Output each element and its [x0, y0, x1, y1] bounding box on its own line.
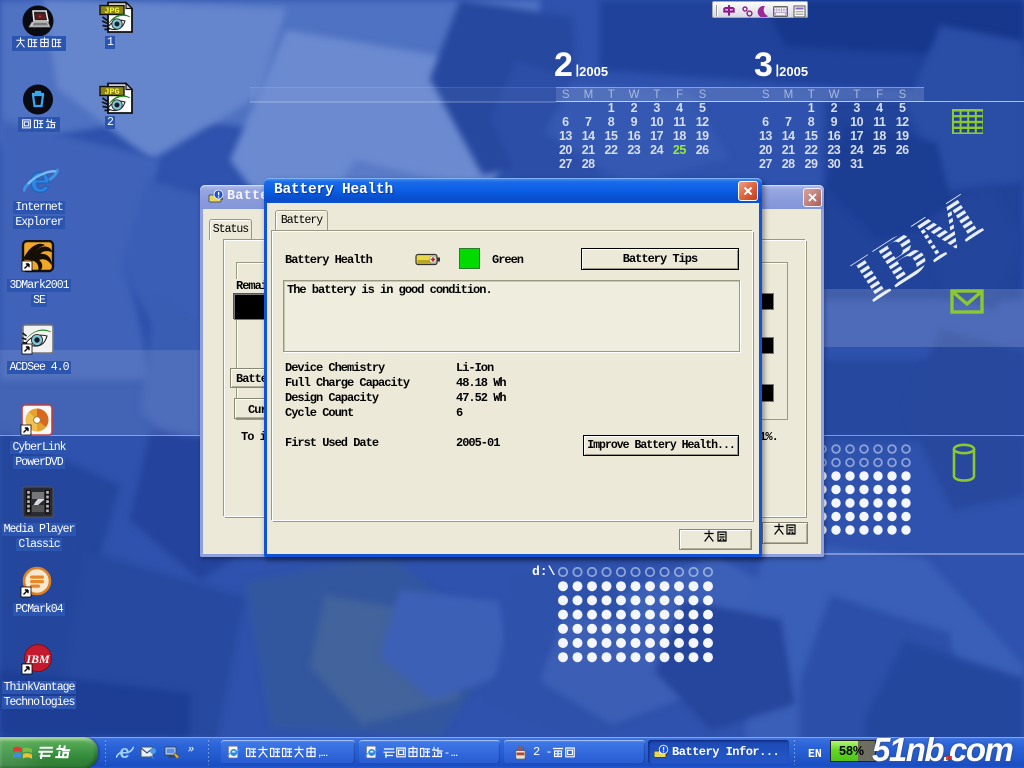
svg-text:JPG: JPG	[104, 6, 119, 16]
svg-text:e: e	[119, 743, 129, 761]
svg-text:JPG: JPG	[104, 87, 119, 97]
